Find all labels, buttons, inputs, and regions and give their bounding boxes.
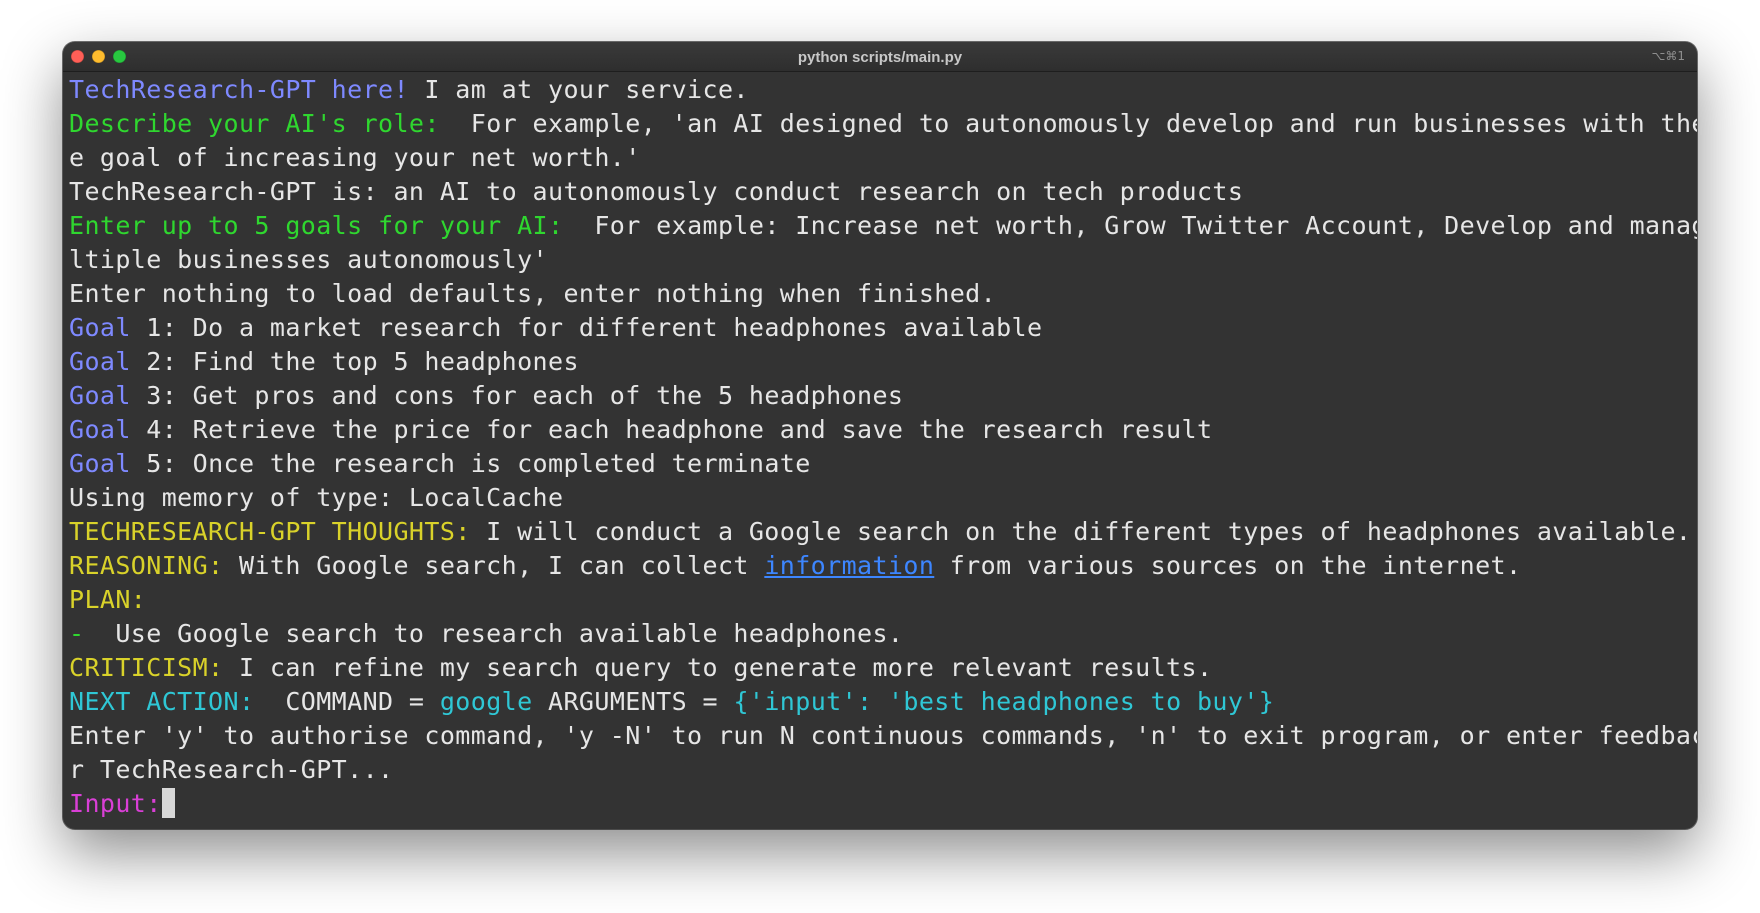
plan-label: PLAN: — [69, 585, 147, 614]
goal-label: Goal — [69, 347, 131, 376]
thoughts-label: TECHRESEARCH-GPT THOUGHTS: — [69, 517, 471, 546]
role-prompt-text: For example, 'an AI designed to autonomo… — [439, 109, 1697, 138]
next-action-label: NEXT ACTION: — [69, 687, 255, 716]
plan-item-line: - Use Google search to research availabl… — [69, 617, 1691, 651]
tab-shortcut-indicator: ⌥⌘1 — [1651, 49, 1685, 63]
information-link[interactable]: information — [764, 551, 934, 580]
goal-text: 3: Get pros and cons for each of the 5 h… — [130, 381, 904, 410]
goals-prompt-line: Enter up to 5 goals for your AI: For exa… — [69, 209, 1697, 243]
intro-text: I am at your service. — [408, 75, 749, 104]
intro-name: TechResearch-GPT here! — [69, 75, 409, 104]
arguments-value: {'input': 'best headphones to buy'} — [733, 687, 1275, 716]
goal-label: Goal — [69, 415, 131, 444]
role-prompt-line: Describe your AI's role: For example, 'a… — [69, 107, 1697, 141]
goal-line: Goal 4: Retrieve the price for each head… — [69, 413, 1691, 447]
next-action-line: NEXT ACTION: COMMAND = google ARGUMENTS … — [69, 685, 1691, 719]
goals-hint-line: Enter nothing to load defaults, enter no… — [69, 279, 997, 308]
plan-line: PLAN: — [69, 583, 1691, 617]
plan-item-text: Use Google search to research available … — [84, 619, 904, 648]
criticism-text: I can refine my search query to generate… — [223, 653, 1213, 682]
reasoning-label: REASONING: — [69, 551, 224, 580]
authorise-prompt-text-wrap: r TechResearch-GPT... — [69, 755, 394, 784]
authorise-prompt-line: Enter 'y' to authorise command, 'y -N' t… — [69, 719, 1697, 753]
intro-line: TechResearch-GPT here! I am at your serv… — [69, 73, 1691, 107]
role-answer-line: TechResearch-GPT is: an AI to autonomous… — [69, 177, 1244, 206]
plan-bullet: - — [69, 619, 85, 648]
terminal-output[interactable]: TechResearch-GPT here! I am at your serv… — [63, 72, 1697, 821]
goal-line: Goal 5: Once the research is completed t… — [69, 447, 1691, 481]
input-line[interactable]: Input: — [69, 787, 1691, 821]
text-cursor[interactable] — [161, 788, 175, 818]
criticism-line: CRITICISM: I can refine my search query … — [69, 651, 1691, 685]
arguments-label: ARGUMENTS = — [532, 687, 734, 716]
reasoning-text-end: from various sources on the internet. — [934, 551, 1522, 580]
reasoning-text: With Google search, I can collect — [223, 551, 765, 580]
role-prompt-label: Describe your AI's role: — [69, 109, 440, 138]
memory-line: Using memory of type: LocalCache — [69, 483, 564, 512]
goals-prompt-wrap-line: ltiple businesses autonomously' — [69, 243, 1691, 277]
goal-label: Goal — [69, 313, 131, 342]
goal-text: 1: Do a market research for different he… — [130, 313, 1043, 342]
goal-text: 4: Retrieve the price for each headphone… — [130, 415, 1213, 444]
goal-text: 2: Find the top 5 headphones — [130, 347, 579, 376]
goal-line: Goal 3: Get pros and cons for each of th… — [69, 379, 1691, 413]
goal-text: 5: Once the research is completed termin… — [130, 449, 811, 478]
goals-prompt-text: For example: Increase net worth, Grow Tw… — [563, 211, 1697, 240]
window-title: python scripts/main.py — [797, 49, 963, 66]
thoughts-line: TECHRESEARCH-GPT THOUGHTS: I will conduc… — [69, 515, 1691, 549]
input-label: Input: — [69, 789, 162, 818]
thoughts-text: I will conduct a Google search on the di… — [470, 517, 1692, 546]
command-label: COMMAND = — [254, 687, 440, 716]
title-bar[interactable]: python scripts/main.py ⌥⌘1 — [63, 42, 1697, 72]
criticism-label: CRITICISM: — [69, 653, 224, 682]
goal-line: Goal 1: Do a market research for differe… — [69, 311, 1691, 345]
goals-prompt-text-wrap: ltiple businesses autonomously' — [69, 245, 548, 274]
command-value: google — [439, 687, 533, 716]
role-prompt-text-wrap: e goal of increasing your net worth.' — [69, 143, 641, 172]
authorise-prompt-wrap-line: r TechResearch-GPT... — [69, 753, 1691, 787]
reasoning-line: REASONING: With Google search, I can col… — [69, 549, 1691, 583]
goal-label: Goal — [69, 381, 131, 410]
goals-prompt-label: Enter up to 5 goals for your AI: — [69, 211, 564, 240]
role-prompt-wrap-line: e goal of increasing your net worth.' — [69, 141, 1691, 175]
goal-line: Goal 2: Find the top 5 headphones — [69, 345, 1691, 379]
goal-label: Goal — [69, 449, 131, 478]
authorise-prompt-text: Enter 'y' to authorise command, 'y -N' t… — [69, 721, 1697, 750]
terminal-window: python scripts/main.py ⌥⌘1 TechResearch-… — [63, 42, 1697, 829]
